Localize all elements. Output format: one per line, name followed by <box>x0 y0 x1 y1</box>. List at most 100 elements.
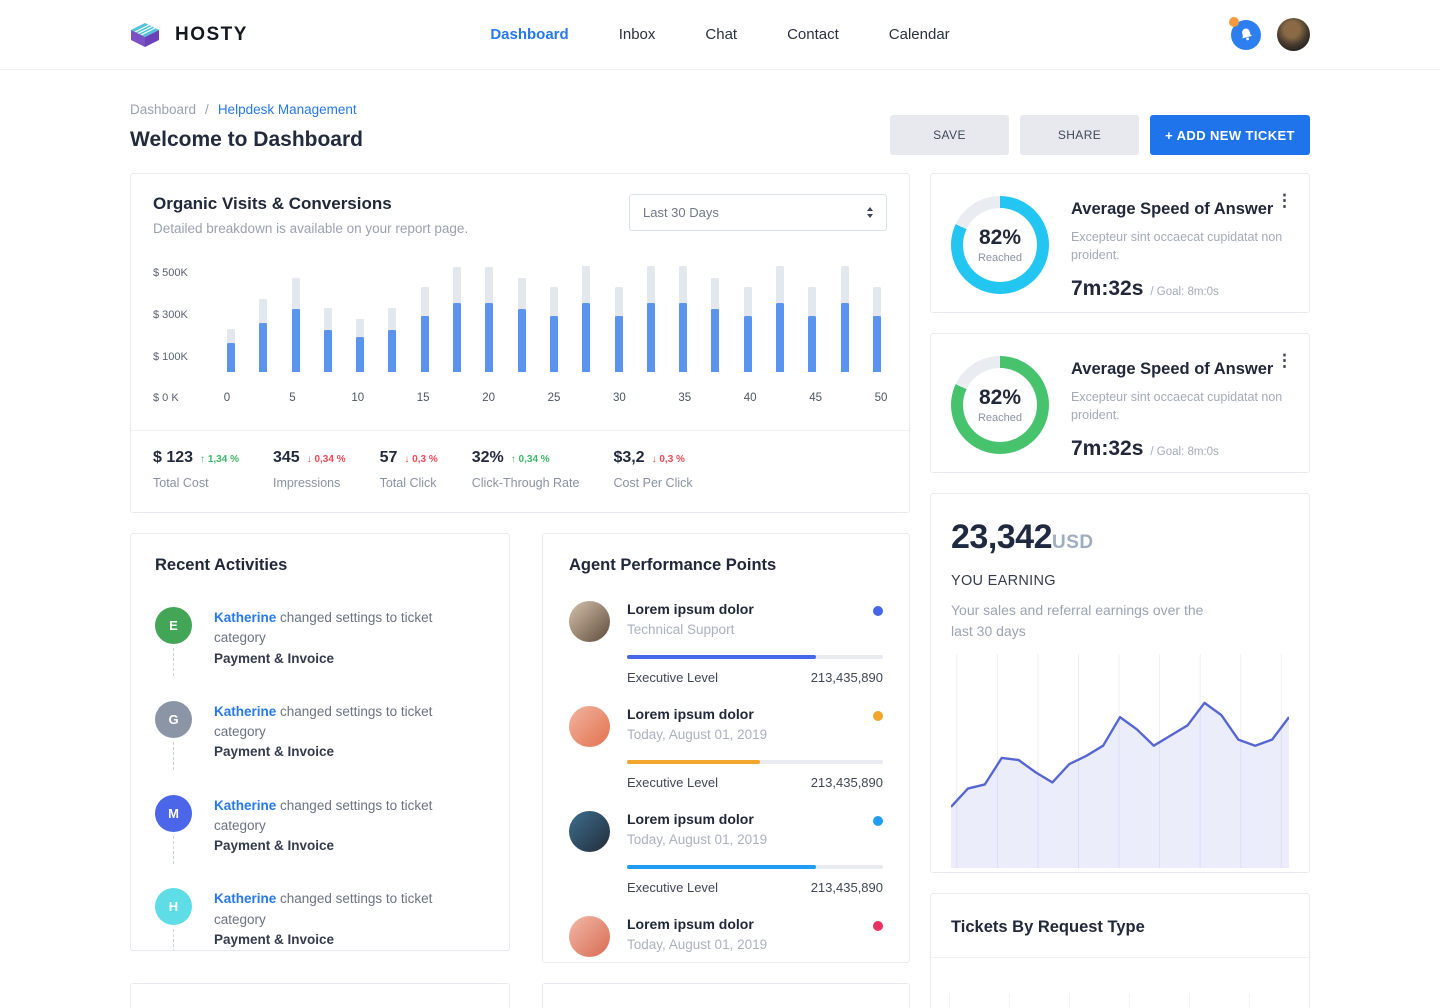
x-axis-label: 0 <box>224 392 230 404</box>
speed-card-description: Excepteur sint occaecat cupidatat non pr… <box>1071 388 1303 424</box>
activity-avatar: E <box>155 607 192 644</box>
x-axis-label: 45 <box>809 392 822 404</box>
activity-list-item[interactable]: M Katherine changed settings to ticket ca… <box>155 795 485 857</box>
bar-group <box>582 266 590 372</box>
activity-avatar: M <box>155 795 192 832</box>
bar-conversion-segment <box>518 309 526 372</box>
donut-reached-label: Reached <box>978 412 1022 424</box>
bar-conversion-segment <box>356 337 364 372</box>
organic-card-subtitle: Detailed breakdown is available on your … <box>153 221 468 236</box>
date-range-select[interactable]: Last 30 Days <box>629 194 887 231</box>
earnings-amount: 23,342 <box>951 518 1052 557</box>
agent-progress-bar <box>627 760 883 764</box>
y-axis-label: $ 100K <box>153 351 188 363</box>
kpi-value: 345 <box>273 449 300 467</box>
partial-card-left <box>130 983 510 1008</box>
y-axis-label: $ 500K <box>153 267 188 279</box>
earnings-currency: USD <box>1052 532 1094 554</box>
notifications-button[interactable] <box>1231 20 1261 50</box>
kpi-stat: 345↓ 0,34 %Impressions <box>273 449 346 490</box>
x-axis-label: 30 <box>613 392 626 404</box>
agent-progress-bar <box>627 655 883 659</box>
agent-list-item[interactable]: Lorem ipsum dolorToday, August 01, 2019E… <box>569 706 883 790</box>
earnings-area-chart <box>951 650 1289 868</box>
activity-list-item[interactable]: EKatherine changed settings to ticket ca… <box>155 607 485 669</box>
kpi-delta: ↓ 0,34 % <box>307 454 346 465</box>
kpi-stats-row: $ 123↑ 1,34 %Total Cost345↓ 0,34 %Impres… <box>131 430 909 512</box>
speed-time-value: 7m:32s <box>1071 277 1143 301</box>
agent-list-item[interactable]: Lorem ipsum dolorToday, August 01, 2019E… <box>569 916 883 963</box>
hosty-logo-icon <box>130 22 160 48</box>
bar-conversion-segment <box>324 330 332 372</box>
add-new-ticket-button[interactable]: + ADD NEW TICKET <box>1150 115 1310 155</box>
activity-text: Katherine changed settings to ticket cat… <box>214 795 485 857</box>
bar-group <box>421 266 429 372</box>
bar-conversion-segment <box>679 303 687 372</box>
activity-text: Katherine changed settings to ticket cat… <box>214 888 485 950</box>
agent-list-item[interactable]: Lorem ipsum dolorToday, August 01, 2019E… <box>569 811 883 895</box>
kebab-menu-icon[interactable]: ⋮ <box>1276 352 1293 369</box>
save-button[interactable]: SAVE <box>890 115 1009 155</box>
bar-conversion-segment <box>227 343 235 372</box>
kebab-menu-icon[interactable]: ⋮ <box>1276 192 1293 209</box>
activity-user-link[interactable]: Katherine <box>214 704 276 719</box>
agent-list-item[interactable]: Lorem ipsum dolorTechnical SupportExecut… <box>569 601 883 685</box>
nav-item-dashboard[interactable]: Dashboard <box>490 26 568 43</box>
bar-conversion-segment <box>421 316 429 372</box>
activity-user-link[interactable]: Katherine <box>214 798 276 813</box>
agent-status-dot <box>873 921 883 931</box>
agent-name: Lorem ipsum dolor <box>627 916 856 932</box>
kpi-value: 57 <box>380 449 398 467</box>
bar-group <box>259 266 267 372</box>
donut-reached-label: Reached <box>978 252 1022 264</box>
agent-level-label: Executive Level <box>627 775 718 790</box>
speed-goal-label: / Goal: 8m:0s <box>1150 286 1218 298</box>
activity-user-link[interactable]: Katherine <box>214 610 276 625</box>
nav-item-contact[interactable]: Contact <box>787 26 839 43</box>
bar-conversion-segment <box>808 316 816 372</box>
activity-category: Payment & Invoice <box>214 932 334 947</box>
date-range-value: Last 30 Days <box>643 205 719 220</box>
nav-item-inbox[interactable]: Inbox <box>619 26 656 43</box>
speed-card-title: Average Speed of Answer <box>1071 200 1303 219</box>
activity-category: Payment & Invoice <box>214 744 334 759</box>
breadcrumb-current[interactable]: Helpdesk Management <box>218 102 357 117</box>
kpi-value: 32% <box>472 449 504 467</box>
brand-logo[interactable]: HOSTY <box>130 22 248 48</box>
select-spinner-icon <box>867 207 873 218</box>
user-avatar[interactable] <box>1277 18 1310 51</box>
bar-group <box>615 266 623 372</box>
partial-card-right <box>542 983 910 1008</box>
bar-conversion-segment <box>292 309 300 372</box>
bar-conversion-segment <box>582 303 590 372</box>
activity-list-item[interactable]: GKatherine changed settings to ticket ca… <box>155 701 485 763</box>
activity-list-item[interactable]: HKatherine changed settings to ticket ca… <box>155 888 485 950</box>
organic-bar-chart: $ 500K$ 300K$ 100K$ 0 K 0510152025303540… <box>153 266 887 412</box>
share-button[interactable]: SHARE <box>1020 115 1139 155</box>
activity-text: Katherine changed settings to ticket cat… <box>214 701 485 763</box>
agent-subtitle: Technical Support <box>627 622 856 637</box>
kpi-stat: $ 123↑ 1,34 %Total Cost <box>153 449 239 490</box>
bar-group <box>550 266 558 372</box>
nav-item-calendar[interactable]: Calendar <box>889 26 950 43</box>
average-speed-card: 82%ReachedAverage Speed of AnswerExcepte… <box>930 333 1310 473</box>
bar-group <box>841 266 849 372</box>
agent-points-value: 213,435,890 <box>811 880 883 895</box>
kpi-label: Total Cost <box>153 476 239 490</box>
breadcrumb-separator: / <box>205 102 209 117</box>
brand-name: HOSTY <box>175 24 248 46</box>
agent-performance-card: Agent Performance Points Lorem ipsum dol… <box>542 533 910 963</box>
agent-progress-fill <box>627 760 760 764</box>
agent-progress-fill <box>627 865 816 869</box>
activity-user-link[interactable]: Katherine <box>214 891 276 906</box>
breadcrumb-root[interactable]: Dashboard <box>130 102 196 117</box>
bar-conversion-segment <box>841 303 849 372</box>
donut-percent-value: 82% <box>979 386 1021 410</box>
tickets-by-request-type-card: Tickets By Request Type <box>930 893 1310 1008</box>
average-speed-card: 82%ReachedAverage Speed of AnswerExcepte… <box>930 173 1310 313</box>
speed-donut-chart: 82% Reached <box>951 356 1049 454</box>
bar-conversion-segment <box>550 316 558 372</box>
nav-item-chat[interactable]: Chat <box>705 26 737 43</box>
bar-group <box>324 266 332 372</box>
agent-level-label: Executive Level <box>627 670 718 685</box>
